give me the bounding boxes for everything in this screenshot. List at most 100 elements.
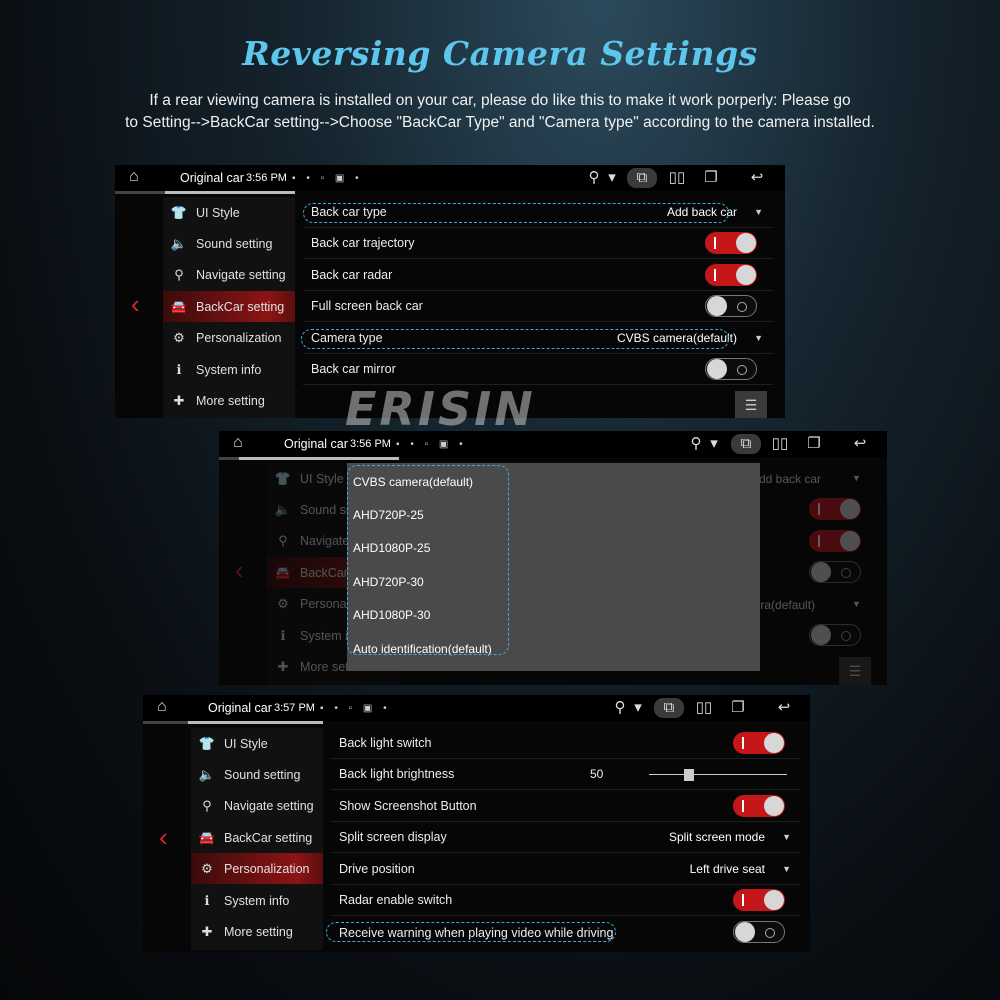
sidebar-item-label: BackCar setting [224, 830, 313, 845]
row-radar-enable-switch: Radar enable switch [331, 885, 801, 916]
windows-icon[interactable]: ❐ [725, 698, 751, 718]
toggle-switch[interactable] [705, 358, 757, 380]
chevron-down-icon[interactable]: ▼ [754, 333, 763, 343]
wifi-icon: ▾ [608, 169, 616, 186]
gear-icon: ⚙ [277, 595, 289, 611]
gear-icon: ⚙ [173, 329, 185, 345]
row-label: Back car radar [311, 268, 393, 282]
back-icon[interactable]: ↩ [847, 434, 873, 454]
gear-icon: ⚙ [201, 860, 213, 876]
notification-icons: ▪ • ▫ ▣ • [396, 438, 467, 450]
car-icon: 🚘 [170, 298, 188, 314]
chevron-down-icon[interactable]: ▼ [782, 864, 791, 874]
tab-indicator-active [165, 191, 295, 194]
screenshot-icon[interactable]: ⧉ [654, 698, 684, 718]
sidebar-item-navigate[interactable]: ⚲ Navigate setting [163, 259, 295, 290]
sidebar-item-label: BackCar setting [196, 299, 285, 314]
toggle-switch[interactable] [733, 889, 785, 911]
screenshot-icon[interactable]: ⧉ [731, 434, 761, 454]
chevron-down-icon[interactable]: ▼ [754, 207, 763, 217]
sidebar-item-more[interactable]: ✚ More setting [163, 385, 295, 416]
sidebar-item-sound[interactable]: 🔈 Sound setting [163, 228, 295, 259]
chevron-down-icon: ▼ [852, 599, 861, 609]
left-arrow-icon: ‹ [235, 555, 244, 585]
back-icon[interactable]: ↩ [744, 168, 770, 188]
left-arrow-icon[interactable]: ‹ [159, 822, 168, 853]
highlight-camera-type [301, 329, 729, 349]
page-description: If a rear viewing camera is installed on… [60, 90, 940, 134]
status-bar: ⌂ Original car 3:57 PM ▪ • ▫ ▣ • ⚲ ▾ ⧉ ▯… [143, 695, 810, 721]
brightness-slider[interactable] [649, 774, 787, 775]
sidebar-item-system-info[interactable]: ℹ System info [191, 885, 323, 916]
windows-icon[interactable]: ❐ [801, 434, 827, 454]
home-icon[interactable]: ⌂ [157, 698, 179, 718]
car-icon: 🚘 [274, 564, 292, 580]
sidebar-item-backcar[interactable]: 🚘 BackCar setting [191, 822, 323, 853]
clock: 3:56 PM [246, 172, 287, 184]
shirt-icon: 👕 [274, 470, 292, 486]
row-label: Show Screenshot Button [339, 799, 477, 813]
settings-list: Back light switch Back light brightness … [326, 728, 801, 950]
highlight-back-car-type [303, 203, 729, 223]
split-screen-icon[interactable]: ▯▯ [767, 434, 793, 454]
toggle-switch[interactable] [705, 232, 757, 254]
page-title: Reversing Camera Settings [242, 34, 758, 73]
info-icon: ℹ [280, 627, 286, 643]
left-arrow-icon[interactable]: ‹ [131, 289, 140, 320]
notification-icons: ▪ • ▫ ▣ • [292, 172, 363, 184]
row-back-car-radar: Back car radar [303, 260, 773, 291]
sidebar-item-navigate[interactable]: ⚲ Navigate setting [191, 790, 323, 821]
camera-type-popup: CVBS camera(default) AHD720P-25 AHD1080P… [347, 463, 760, 671]
toggle-switch[interactable] [733, 921, 785, 943]
brightness-slider-thumb[interactable] [684, 769, 695, 781]
sidebar-item-personalization[interactable]: ⚙ Personalization [191, 853, 323, 884]
toggle-switch [809, 530, 861, 552]
status-bar: ⌂ Original car 3:56 PM ▪ • ▫ ▣ • ⚲ ▾ ⧉ ▯… [219, 431, 887, 457]
tab-indicator [219, 457, 239, 460]
sidebar-item-ui-style[interactable]: 👕 UI Style [191, 728, 323, 759]
sidebar-item-more[interactable]: ✚ More setting [191, 916, 323, 947]
car-name: Original car [208, 701, 272, 715]
toggle-switch [809, 498, 861, 520]
windows-icon[interactable]: ❐ [698, 168, 724, 188]
clock: 3:56 PM [350, 438, 391, 450]
highlight-receive-warning [326, 922, 616, 942]
sidebar-item-system-info[interactable]: ℹ System info [163, 354, 295, 385]
row-label: Split screen display [339, 830, 447, 844]
row-label: Back light switch [339, 736, 432, 750]
sidebar-item-sound[interactable]: 🔈 Sound setting [191, 759, 323, 790]
home-icon[interactable]: ⌂ [129, 168, 151, 188]
split-screen-icon[interactable]: ▯▯ [664, 168, 690, 188]
sidebar-item-label: Sound setting [224, 767, 301, 782]
screen-camera-type-popup: ⌂ Original car 3:56 PM ▪ • ▫ ▣ • ⚲ ▾ ⧉ ▯… [219, 431, 887, 685]
sidebar-item-label: UI Style [196, 205, 240, 220]
sidebar-item-backcar[interactable]: 🚘 BackCar setting [163, 291, 295, 322]
toggle-switch[interactable] [733, 732, 785, 754]
row-full-screen-back-car: Full screen back car [303, 291, 773, 322]
toggle-switch[interactable] [705, 295, 757, 317]
sidebar-item-personalization[interactable]: ⚙ Personalization [163, 322, 295, 353]
toggle-switch[interactable] [705, 264, 757, 286]
clock: 3:57 PM [274, 702, 315, 714]
screen-backcar-settings: ⌂ Original car 3:56 PM ▪ • ▫ ▣ • ⚲ ▾ ⧉ ▯… [115, 165, 785, 418]
row-split-screen-display[interactable]: Split screen display Split screen mode ▼ [331, 822, 801, 853]
row-back-light-brightness: Back light brightness 50 [331, 759, 801, 790]
screenshot-icon[interactable]: ⧉ [627, 168, 657, 188]
list-menu-icon[interactable]: ☰ [735, 391, 767, 418]
sidebar-item-label: System info [196, 362, 262, 377]
toggle-switch[interactable] [733, 795, 785, 817]
chevron-down-icon[interactable]: ▼ [782, 832, 791, 842]
highlight-options [347, 465, 509, 655]
toggle-switch [809, 624, 861, 646]
sidebar-item-label: Navigate setting [196, 267, 286, 282]
sidebar-item-ui-style[interactable]: 👕 UI Style [163, 197, 295, 228]
home-icon[interactable]: ⌂ [233, 434, 255, 454]
sidebar-item-label: Personali [300, 596, 353, 611]
info-icon: ℹ [204, 892, 210, 908]
row-label: Drive position [339, 862, 415, 876]
row-drive-position[interactable]: Drive position Left drive seat ▼ [331, 854, 801, 885]
split-screen-icon[interactable]: ▯▯ [691, 698, 717, 718]
back-icon[interactable]: ↩ [771, 698, 797, 718]
sidebar-item-label: Sound setting [196, 236, 273, 251]
shirt-icon: 👕 [170, 204, 188, 220]
